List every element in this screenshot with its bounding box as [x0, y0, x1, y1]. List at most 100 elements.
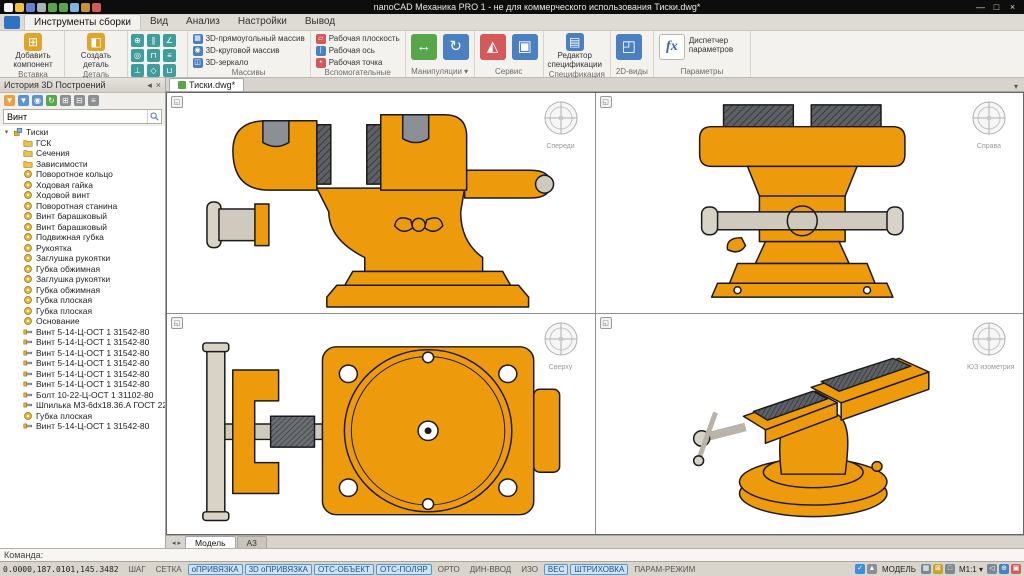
constraint-insert-button[interactable]: ⊓ [147, 49, 160, 62]
dependencies-status-icon[interactable]: ✓ [855, 564, 865, 574]
constraint-symmetry-button[interactable]: ≡ [163, 49, 176, 62]
layout-tab-А3[interactable]: А3 [237, 536, 267, 548]
status-toggle-ДИН-ВВОД[interactable]: ДИН-ВВОД [466, 564, 515, 575]
tree-item[interactable]: Зависимости [3, 159, 165, 170]
ribbon-tab-Анализ[interactable]: Анализ [177, 14, 229, 30]
view-orientation-compass[interactable]: Сверху [539, 320, 583, 371]
tree-item[interactable]: Болт 10-22-Ц-ОСТ 1 31102-80 [3, 390, 165, 401]
viewport-top-view[interactable]: ◱ Сверху [167, 314, 595, 534]
save-icon[interactable] [26, 3, 35, 12]
status-toggle-оПРИВЯЗКА[interactable]: оПРИВЯЗКА [188, 564, 243, 575]
layout-tab-Модель[interactable]: Модель [185, 536, 236, 548]
search-input[interactable] [4, 112, 147, 122]
ribbon-tab-Вывод[interactable]: Вывод [296, 14, 344, 30]
status-toggle-ПАРАМ-РЕЖИМ[interactable]: ПАРАМ-РЕЖИМ [630, 564, 699, 575]
tree-item[interactable]: Основание [3, 316, 165, 327]
ribbon-tab-Инструменты сборки[interactable]: Инструменты сборки [24, 14, 141, 30]
add-component-button[interactable]: ⊞Добавить компонент [5, 32, 61, 70]
array-circular-3d-button[interactable]: ◉3D-круговой массив [191, 45, 307, 56]
tree-item[interactable]: Подвижная губка [3, 232, 165, 243]
status-toggle-3D оПРИВЯЗКА[interactable]: 3D оПРИВЯЗКА [245, 564, 312, 575]
minimize-button[interactable]: — [973, 2, 988, 12]
status-toggle-ИЗО[interactable]: ИЗО [517, 564, 542, 575]
tree-item[interactable]: Рукоятка [3, 243, 165, 254]
constraint-fix-button[interactable]: ⊔ [163, 64, 176, 77]
open-file-icon[interactable] [15, 3, 24, 12]
undo-icon[interactable] [48, 3, 57, 12]
viewport-iso-view[interactable]: ◱ ЮЗ изометрия [596, 314, 1024, 534]
print-icon[interactable] [37, 3, 46, 12]
sound-icon[interactable]: ◁ [987, 564, 997, 574]
status-toggle-ШАГ[interactable]: ШАГ [125, 564, 150, 575]
status-toggle-ОТС-ОБЪЕКТ[interactable]: ОТС-ОБЪЕКТ [314, 564, 374, 575]
document-tab[interactable]: Тиски.dwg* [169, 78, 244, 91]
work-axis-button[interactable]: ∣Рабочая ось [314, 45, 402, 56]
tree-item[interactable]: Винт 5-14-Ц-ОСТ 1 31542-80 [3, 421, 165, 432]
views-2d-button[interactable]: ◰ [616, 34, 642, 60]
status-toggle-СЕТКА[interactable]: СЕТКА [152, 564, 186, 575]
tree-item[interactable]: Винт 5-14-Ц-ОСТ 1 31542-80 [3, 348, 165, 359]
refresh-icon[interactable]: ↻ [46, 95, 57, 106]
panel-close-icon[interactable]: × [156, 80, 161, 91]
constraint-perpendicular-button[interactable]: ⊥ [131, 64, 144, 77]
tree-item[interactable]: Винт 5-14-Ц-ОСТ 1 31542-80 [3, 379, 165, 390]
command-input[interactable] [43, 550, 1024, 560]
document-tabs-menu-icon[interactable]: ▾ [1008, 82, 1024, 91]
lock-ui-icon[interactable]: ⊠ [933, 564, 943, 574]
move-3d-button[interactable]: ↔ [411, 34, 437, 60]
collapse-all-icon[interactable]: ⊟ [74, 95, 85, 106]
tree-item[interactable]: Поворотная станина [3, 201, 165, 212]
model-space-label[interactable]: МОДЕЛЬ [879, 565, 919, 574]
rotate-3d-button[interactable]: ↻ [443, 34, 469, 60]
tree-item[interactable]: Заглушка рукоятки [3, 253, 165, 264]
specification-editor-button[interactable]: ▤Редактор спецификации [547, 32, 603, 70]
status-toggle-ШТРИХОВКА[interactable]: ШТРИХОВКА [570, 564, 628, 575]
panel-pin-icon[interactable]: ◂ [147, 80, 152, 91]
viewport-config-icon[interactable]: ▦ [921, 564, 931, 574]
clean-screen-icon[interactable]: □ [945, 564, 955, 574]
tree-item[interactable]: Ходовой винт [3, 190, 165, 201]
app-menu-button[interactable] [4, 16, 20, 29]
tree-item[interactable]: ▾Тиски [3, 127, 165, 138]
tree-item[interactable]: Винт 5-14-Ц-ОСТ 1 31542-80 [3, 327, 165, 338]
panel-settings-icon[interactable]: ≡ [88, 95, 99, 106]
view-orientation-compass[interactable]: ЮЗ изометрия [967, 320, 1011, 371]
tree-item[interactable]: Губка обжимная [3, 285, 165, 296]
tree-item[interactable]: Губка обжимная [3, 264, 165, 275]
viewport-front-view[interactable]: ◱ Спереди [167, 93, 595, 313]
array-rectangular-3d-button[interactable]: ▦3D-прямоугольный массив [191, 33, 307, 44]
visibility-icon[interactable]: ◉ [32, 95, 43, 106]
annotation-scale-value[interactable]: M1:1 ▾ [957, 565, 985, 574]
tree-item[interactable]: Винт 5-14-Ц-ОСТ 1 31542-80 [3, 337, 165, 348]
constraint-coincide-button[interactable]: ⊕ [131, 34, 144, 47]
create-part-button[interactable]: ◧Создать деталь [68, 32, 124, 70]
tree-item[interactable]: Ходовая гайка [3, 180, 165, 191]
mirror-3d-button[interactable]: ◫3D-зеркало [191, 57, 307, 68]
tree-item[interactable]: Сечения [3, 148, 165, 159]
maximize-button[interactable]: □ [989, 2, 1004, 12]
status-toggle-ОТС-ПОЛЯР[interactable]: ОТС-ПОЛЯР [376, 564, 432, 575]
filter-icon[interactable]: ▼ [4, 95, 15, 106]
constraint-parallel-button[interactable]: ∥ [147, 34, 160, 47]
tree-item[interactable]: Губка плоская [3, 411, 165, 422]
zoom-status-icon[interactable]: ⊕ [999, 564, 1009, 574]
measure-button[interactable]: ▣ [512, 34, 538, 60]
tree-item[interactable]: Винт барашковый [3, 222, 165, 233]
tree-item[interactable]: Шпилька М3-6dх18.36.А ГОСТ 22032-76 [3, 400, 165, 411]
tree-item[interactable]: ГСК [3, 138, 165, 149]
viewport-control-icon[interactable]: ◱ [600, 96, 612, 108]
viewport-right-view[interactable]: ◱ Справа [596, 93, 1024, 313]
constraint-angle-button[interactable]: ∠ [163, 34, 176, 47]
constraint-concentric-button[interactable]: ◎ [131, 49, 144, 62]
ribbon-tab-Настройки[interactable]: Настройки [229, 14, 296, 30]
tree-item[interactable]: Губка плоская [3, 306, 165, 317]
work-plane-button[interactable]: ▱Рабочая плоскость [314, 33, 402, 44]
expand-all-icon[interactable]: ⊞ [60, 95, 71, 106]
viewport-control-icon[interactable]: ◱ [171, 317, 183, 329]
parameters-manager-button[interactable]: fx [659, 34, 685, 60]
tree-item[interactable]: Винт 5-14-Ц-ОСТ 1 31542-80 [3, 369, 165, 380]
status-toggle-ОРТО[interactable]: ОРТО [434, 564, 464, 575]
view-orientation-compass[interactable]: Спереди [539, 99, 583, 150]
tree-item[interactable]: Винт барашковый [3, 211, 165, 222]
viewport-control-icon[interactable]: ◱ [600, 317, 612, 329]
